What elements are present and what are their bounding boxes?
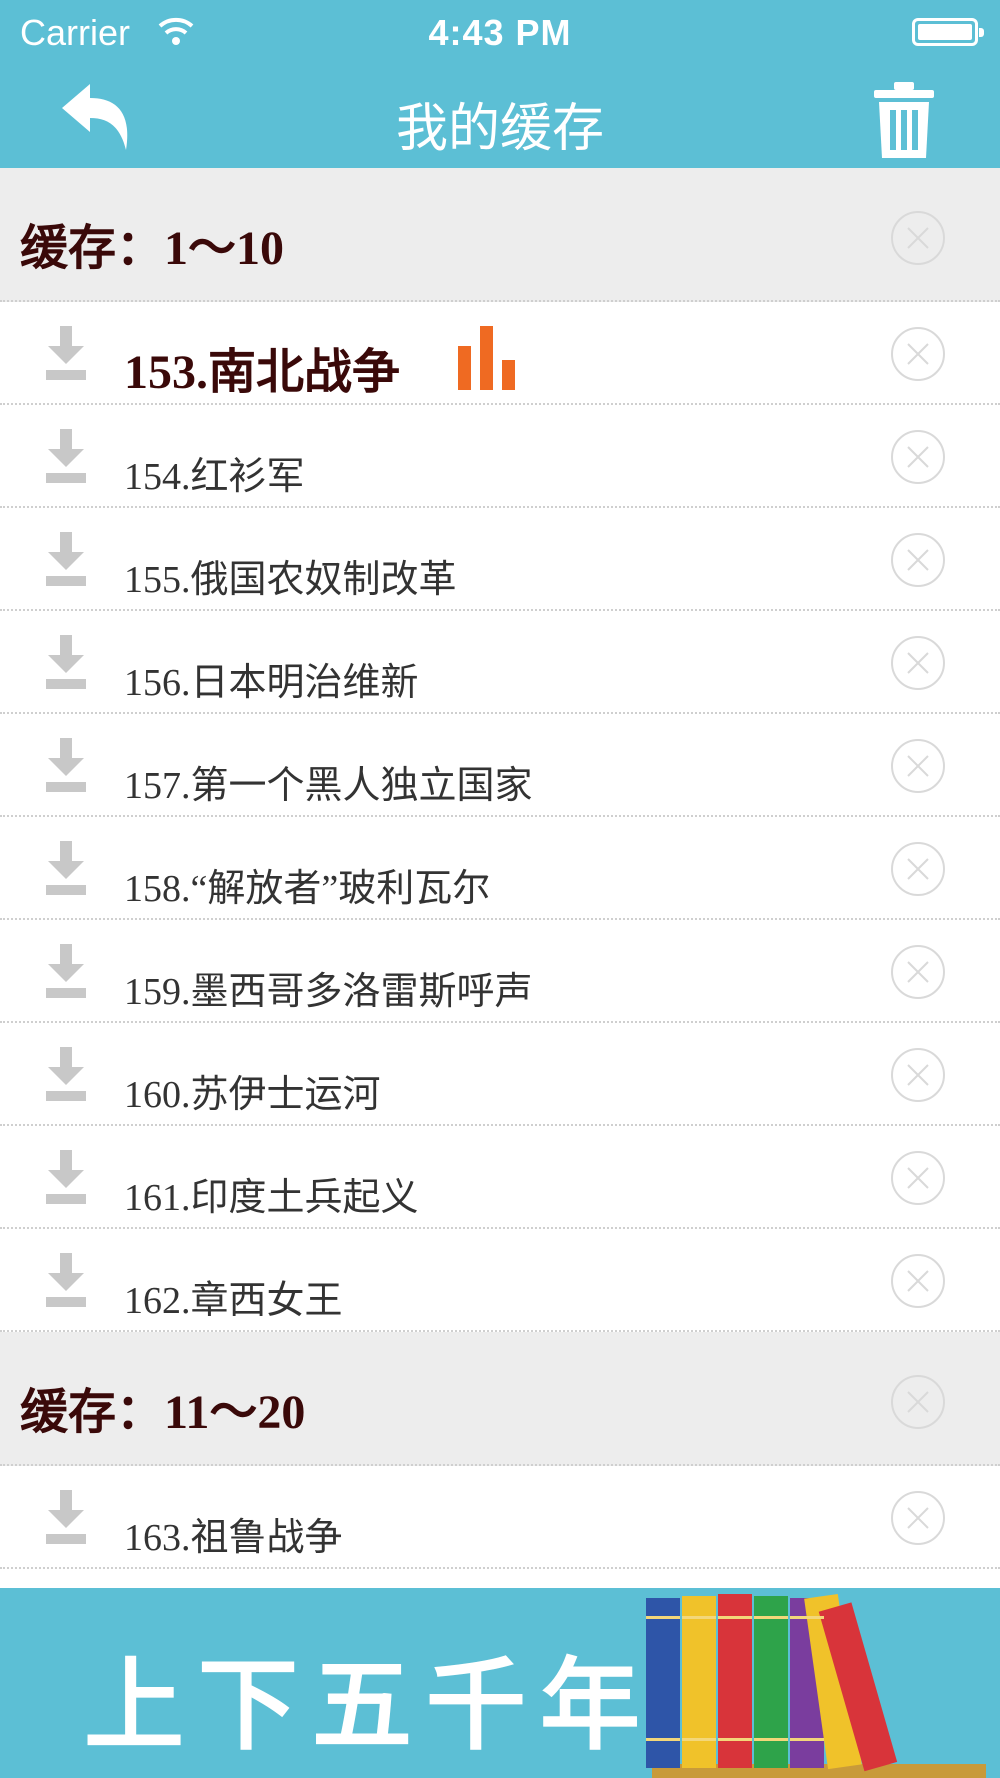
list-item[interactable]: 153.南北战争 [0,302,1000,405]
item-title: 163.祖鲁战争 [124,1517,343,1559]
list-item[interactable]: 159.墨西哥多洛雷斯呼声 [0,920,1000,1023]
bottom-banner[interactable]: 上下五千年 [0,1588,1000,1778]
section-header: 缓存：1～10 [0,168,1000,302]
list-item[interactable]: 156.日本明治维新 [0,611,1000,714]
battery-icon [912,18,984,46]
delete-item-icon[interactable] [890,1047,946,1103]
delete-section-icon[interactable] [890,1374,946,1430]
banner-title: 上下五千年 [84,1647,654,1764]
delete-item-icon[interactable] [890,635,946,691]
download-icon [46,841,86,895]
page-title: 我的缓存 [395,99,604,159]
download-icon [46,1490,86,1544]
download-icon [46,1047,86,1101]
delete-item-icon[interactable] [890,1490,946,1546]
delete-item-icon[interactable] [890,1150,946,1206]
status-time: 4:43 PM [428,12,572,53]
download-icon [46,532,86,586]
download-icon [46,944,86,998]
download-icon [46,738,86,792]
item-title: 161.印度土兵起义 [124,1177,419,1219]
item-title: 160.苏伊士运河 [124,1074,381,1116]
section-header: 缓存：11～20 [0,1332,1000,1466]
top-bar: Carrier 4:43 PM 我的缓存 [0,0,1000,168]
download-icon [46,1150,86,1204]
books-icon [646,1594,986,1778]
section-label: 缓存： [20,222,165,275]
list-item[interactable]: 160.苏伊士运河 [0,1023,1000,1126]
list-item[interactable]: 163.祖鲁战争 [0,1466,1000,1569]
delete-item-icon[interactable] [890,944,946,1000]
list-item[interactable]: 161.印度土兵起义 [0,1126,1000,1229]
item-title: 153.南北战争 [124,346,401,399]
delete-item-icon[interactable] [890,738,946,794]
list-item[interactable]: 155.俄国农奴制改革 [0,508,1000,611]
delete-item-icon[interactable] [890,841,946,897]
download-icon [46,326,86,380]
delete-item-icon[interactable] [890,326,946,382]
section-range: 11～20 [164,1386,306,1439]
status-bar: Carrier 4:43 PM [0,0,1000,66]
list-item[interactable]: 158.“解放者”玻利瓦尔 [0,817,1000,920]
download-icon [46,1253,86,1307]
item-title: 155.俄国农奴制改革 [124,559,457,601]
item-title: 156.日本明治维新 [124,662,419,704]
list-item[interactable]: 162.章西女王 [0,1229,1000,1332]
section-range: 1～10 [164,222,285,275]
item-title: 157.第一个黑人独立国家 [124,765,533,807]
download-icon [46,429,86,483]
download-icon [46,635,86,689]
list-item[interactable]: 157.第一个黑人独立国家 [0,714,1000,817]
equalizer-icon [458,326,515,390]
delete-item-icon[interactable] [890,429,946,485]
delete-item-icon[interactable] [890,532,946,588]
trash-icon[interactable] [872,80,936,160]
item-title: 158.“解放者”玻利瓦尔 [124,868,491,910]
item-title: 162.章西女王 [124,1280,343,1322]
section-title: 缓存：1～10 [20,208,284,278]
delete-item-icon[interactable] [890,1253,946,1309]
section-title: 缓存：11～20 [20,1372,305,1442]
item-title: 154.红衫军 [124,456,305,498]
delete-section-icon[interactable] [890,210,946,266]
section-label: 缓存： [20,1386,165,1439]
list-item[interactable]: 154.红衫军 [0,405,1000,508]
cache-list[interactable]: 缓存：1～10 153.南北战争 154.红衫军 155.俄国农奴制改革 156… [0,168,1000,1588]
item-title: 159.墨西哥多洛雷斯呼声 [124,971,533,1013]
